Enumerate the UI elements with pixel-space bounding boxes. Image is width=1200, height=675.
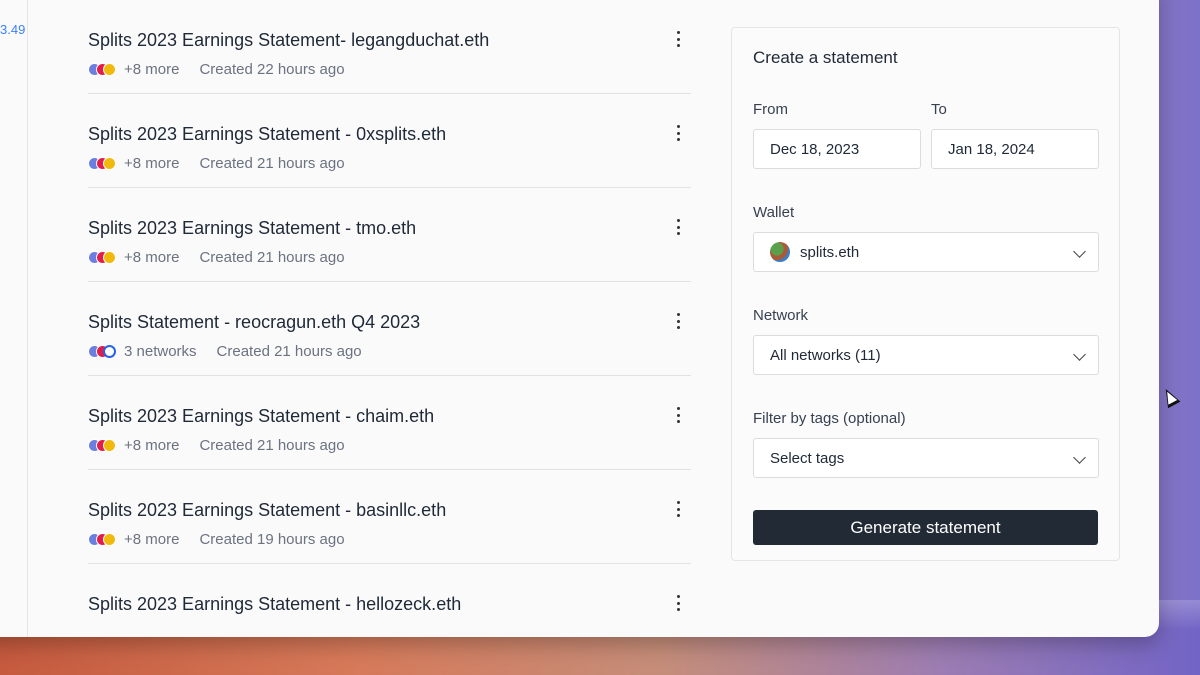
network-icons [88, 156, 120, 171]
chevron-down-icon [1073, 245, 1086, 258]
created-time: Created 19 hours ago [199, 531, 345, 548]
network-icons [88, 344, 120, 359]
tags-label: Filter by tags (optional) [753, 410, 906, 427]
list-item[interactable]: Splits 2023 Earnings Statement- legangdu… [88, 0, 691, 94]
to-label: To [931, 101, 947, 118]
sidebar-value: 3.49 [0, 22, 26, 37]
created-time: Created 21 hours ago [199, 437, 345, 454]
more-options-icon[interactable] [677, 125, 681, 141]
statement-title[interactable]: Splits 2023 Earnings Statement - tmo.eth [88, 218, 416, 239]
tags-select[interactable]: Select tags [753, 438, 1099, 478]
list-item[interactable]: Splits 2023 Earnings Statement - 0xsplit… [88, 94, 691, 188]
more-options-icon[interactable] [677, 31, 681, 47]
network-icons [88, 438, 120, 453]
from-label: From [753, 101, 788, 118]
created-time: Created 21 hours ago [199, 249, 345, 266]
bnb-icon [103, 438, 116, 452]
more-options-icon[interactable] [677, 407, 681, 423]
networks-count: +8 more [124, 531, 180, 548]
more-options-icon[interactable] [677, 595, 681, 611]
more-options-icon[interactable] [677, 313, 681, 329]
wallet-label: Wallet [753, 204, 795, 221]
list-item[interactable]: Splits 2023 Earnings Statement - chaim.e… [88, 376, 691, 470]
statement-title[interactable]: Splits 2023 Earnings Statement - 0xsplit… [88, 124, 446, 145]
networks-count: +8 more [124, 61, 180, 78]
statement-meta: 3 networks Created 21 hours ago [88, 343, 362, 360]
network-value: All networks (11) [770, 346, 881, 364]
networks-count: +8 more [124, 249, 180, 266]
statement-title[interactable]: Splits 2023 Earnings Statement- legangdu… [88, 30, 489, 51]
more-options-icon[interactable] [677, 219, 681, 235]
wallet-select[interactable]: splits.eth [753, 232, 1099, 272]
wallet-avatar [770, 242, 790, 262]
created-time: Created 21 hours ago [199, 155, 345, 172]
network-select[interactable]: All networks (11) [753, 335, 1099, 375]
statement-title[interactable]: Splits 2023 Earnings Statement - chaim.e… [88, 406, 434, 427]
more-options-icon[interactable] [677, 501, 681, 517]
to-date-value: Jan 18, 2024 [948, 140, 1035, 158]
created-time: Created 22 hours ago [199, 61, 345, 78]
from-date-value: Dec 18, 2023 [770, 140, 860, 158]
network-icons [88, 62, 120, 77]
panel-title: Create a statement [753, 48, 898, 67]
base-icon [103, 344, 116, 358]
statement-title[interactable]: Splits 2023 Earnings Statement - helloze… [88, 594, 461, 615]
app-window: 3.49 Splits 2023 Earnings Statement- leg… [0, 0, 1159, 637]
tags-placeholder: Select tags [770, 449, 845, 467]
network-icons [88, 250, 120, 265]
create-statement-panel: Create a statement From To Dec 18, 2023 … [731, 27, 1120, 561]
list-item[interactable]: Splits Statement - reocragun.eth Q4 2023… [88, 282, 691, 376]
statement-title[interactable]: Splits 2023 Earnings Statement - basinll… [88, 500, 446, 521]
chevron-down-icon [1073, 348, 1086, 361]
statement-meta: +8 more Created 21 hours ago [88, 249, 345, 266]
networks-count: +8 more [124, 437, 180, 454]
from-date-input[interactable]: Dec 18, 2023 [753, 129, 921, 169]
generate-statement-button[interactable]: Generate statement [753, 510, 1098, 545]
list-item[interactable]: Splits 2023 Earnings Statement - tmo.eth… [88, 188, 691, 282]
wallet-value: splits.eth [800, 243, 860, 261]
created-time: Created 21 hours ago [216, 343, 362, 360]
statement-title[interactable]: Splits Statement - reocragun.eth Q4 2023 [88, 312, 420, 333]
network-label: Network [753, 307, 809, 324]
bnb-icon [103, 532, 116, 546]
statement-meta: +8 more Created 19 hours ago [88, 531, 345, 548]
left-sidebar: 3.49 [0, 0, 28, 637]
to-date-input[interactable]: Jan 18, 2024 [931, 129, 1099, 169]
bnb-icon [103, 250, 116, 264]
statement-meta: +8 more Created 21 hours ago [88, 437, 345, 454]
statement-meta: +8 more Created 22 hours ago [88, 61, 345, 78]
networks-count: +8 more [124, 155, 180, 172]
networks-count: 3 networks [124, 343, 197, 360]
list-item[interactable]: Splits 2023 Earnings Statement - basinll… [88, 470, 691, 564]
statement-meta: +8 more Created 21 hours ago [88, 155, 345, 172]
list-item[interactable]: Splits 2023 Earnings Statement - helloze… [88, 564, 691, 637]
mouse-cursor-icon [1159, 385, 1181, 409]
bnb-icon [103, 156, 116, 170]
chevron-down-icon [1073, 451, 1086, 464]
bnb-icon [103, 62, 116, 76]
network-icons [88, 532, 120, 547]
statements-list: Splits 2023 Earnings Statement- legangdu… [88, 0, 691, 637]
